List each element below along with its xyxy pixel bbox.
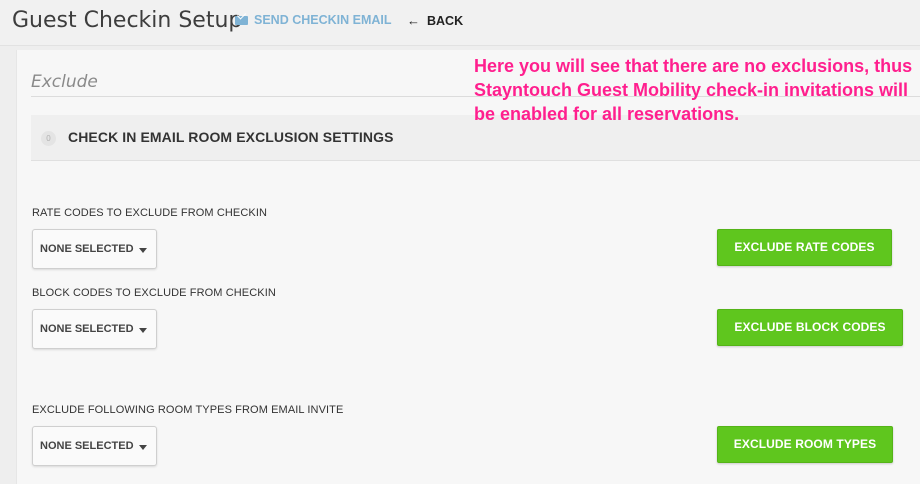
envelope-icon <box>235 15 248 25</box>
annotation-callout: Here you will see that there are no excl… <box>474 56 913 124</box>
page-title: Guest Checkin Setup <box>12 8 243 33</box>
caret-down-icon <box>139 328 147 333</box>
exclude-room-types-button[interactable]: EXCLUDE ROOM TYPES <box>717 426 893 463</box>
back-link[interactable]: ← BACK <box>407 13 463 28</box>
settings-bar-title: CHECK IN EMAIL ROOM EXCLUSION SETTINGS <box>68 129 394 145</box>
exclude-block-codes-button[interactable]: EXCLUDE BLOCK CODES <box>717 309 903 346</box>
block-codes-select[interactable]: NONE SELECTED <box>32 309 157 349</box>
send-checkin-email-link[interactable]: SEND CHECKIN EMAIL <box>235 13 392 27</box>
room-types-label: EXCLUDE FOLLOWING ROOM TYPES FROM EMAIL … <box>32 404 344 416</box>
settings-count-badge: 0 <box>41 131 56 146</box>
caret-down-icon <box>139 248 147 253</box>
section-heading: Exclude <box>31 72 98 92</box>
block-codes-label: BLOCK CODES TO EXCLUDE FROM CHECKIN <box>32 287 276 299</box>
room-types-select[interactable]: NONE SELECTED <box>32 426 157 466</box>
left-arrow-icon: ← <box>407 13 420 28</box>
exclude-rate-codes-button[interactable]: EXCLUDE RATE CODES <box>717 229 892 266</box>
back-label: BACK <box>427 13 464 28</box>
rate-codes-select[interactable]: NONE SELECTED <box>32 229 157 269</box>
block-codes-select-value: NONE SELECTED <box>40 323 134 335</box>
send-checkin-email-label: SEND CHECKIN EMAIL <box>254 13 392 27</box>
caret-down-icon <box>139 445 147 450</box>
rate-codes-select-value: NONE SELECTED <box>40 243 134 255</box>
top-bar: Guest Checkin Setup SEND CHECKIN EMAIL ←… <box>0 0 920 46</box>
room-types-select-value: NONE SELECTED <box>40 440 134 452</box>
rate-codes-label: RATE CODES TO EXCLUDE FROM CHECKIN <box>32 207 268 219</box>
